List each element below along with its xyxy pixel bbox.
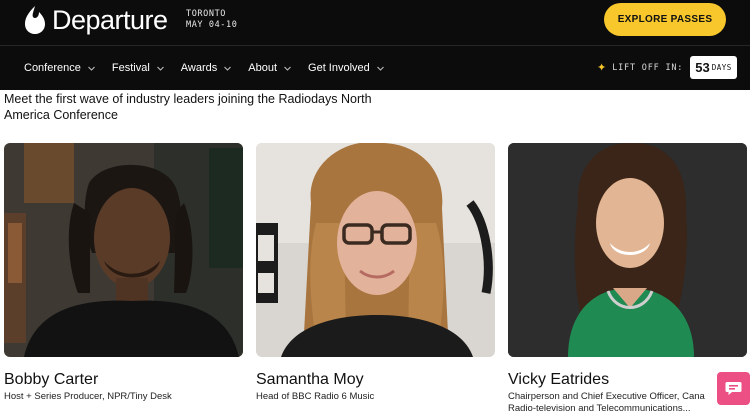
nav-item-label: Awards: [180, 62, 218, 74]
countdown-unit: DAYS: [711, 63, 732, 72]
nav-item-label: About: [248, 62, 278, 74]
nav-item-conference[interactable]: Conference: [24, 56, 96, 80]
intro-text: Meet the first wave of industry leaders …: [4, 92, 372, 122]
chevron-down-icon: [284, 66, 291, 71]
explore-passes-button[interactable]: EXPLORE PASSES: [604, 3, 726, 36]
site-header: Departure TORONTO MAY 04-10 EXPLORE PASS…: [0, 0, 750, 90]
countdown-badge: 53 DAYS: [690, 56, 737, 79]
speaker-name: Vicky Eatrides: [508, 371, 610, 388]
header-divider: [0, 45, 750, 46]
speaker-card[interactable]: Vicky Eatrides Chairperson and Chief Exe…: [508, 143, 747, 411]
speaker-role-line2: Radio-television and Telecommunications.…: [508, 403, 691, 411]
nav-item-label: Get Involved: [308, 62, 370, 74]
main-nav: Conference Festival Awards About Get Inv…: [24, 56, 401, 80]
nav-item-awards[interactable]: Awards: [181, 56, 232, 80]
speaker-name: Bobby Carter: [4, 371, 99, 388]
speaker-card[interactable]: Samantha Moy Head of BBC Radio 6 Music: [256, 143, 495, 403]
countdown-value: 53: [695, 60, 710, 75]
nav-item-festival[interactable]: Festival: [112, 56, 165, 80]
chevron-down-icon: [87, 66, 95, 71]
speaker-photo: [256, 143, 495, 357]
chevron-down-icon: [376, 66, 384, 71]
speaker-photo: [508, 143, 747, 357]
chat-bubble-icon: [725, 382, 742, 395]
flame-logo-icon: [25, 6, 45, 34]
chevron-down-icon: [224, 66, 232, 71]
speaker-role: Head of BBC Radio 6 Music: [256, 391, 375, 402]
speaker-card[interactable]: Bobby Carter Host + Series Producer, NPR…: [4, 143, 243, 403]
event-dates: MAY 04-10: [186, 20, 238, 30]
sparkle-icon: ✦: [597, 62, 607, 74]
nav-item-label: Festival: [111, 62, 150, 74]
nav-item-about[interactable]: About: [248, 56, 292, 80]
brand-logo[interactable]: Departure: [24, 4, 168, 36]
event-location-dates: TORONTO MAY 04-10: [186, 9, 237, 31]
nav-item-get-involved[interactable]: Get Involved: [308, 56, 385, 80]
speaker-role: Chairperson and Chief Executive Officer,…: [508, 391, 705, 402]
chat-button[interactable]: [717, 372, 750, 405]
speaker-name: Samantha Moy: [256, 371, 364, 388]
countdown: ✦ LIFT OFF IN: 53 DAYS: [597, 56, 737, 79]
event-city: TORONTO: [186, 9, 227, 19]
speaker-role: Host + Series Producer, NPR/Tiny Desk: [4, 391, 172, 402]
brand-name: Departure: [52, 5, 168, 35]
countdown-label: LIFT OFF IN:: [612, 62, 684, 73]
nav-item-label: Conference: [24, 62, 81, 74]
chevron-down-icon: [156, 66, 164, 71]
speaker-photo: [4, 143, 243, 357]
